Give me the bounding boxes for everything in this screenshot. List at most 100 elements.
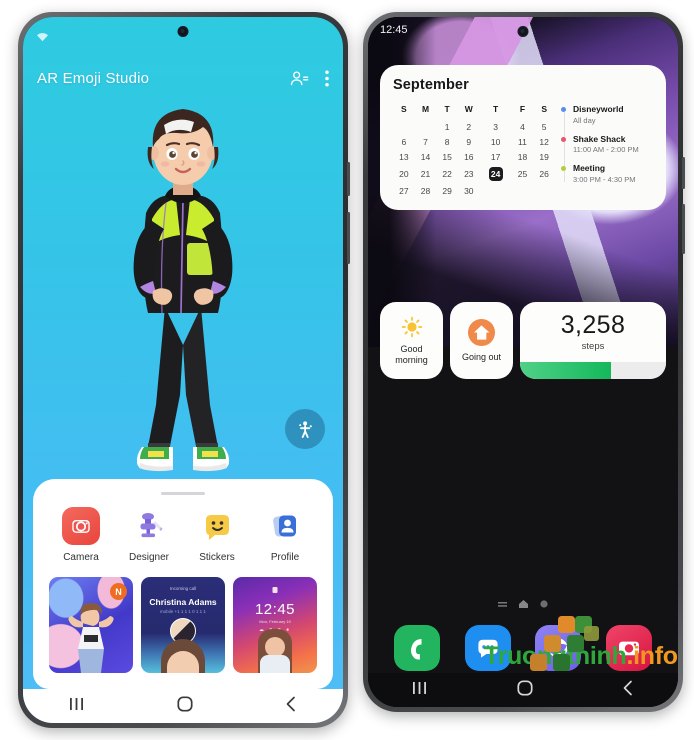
calendar-event[interactable]: Shake Shack 11:00 AM - 2:00 PM — [561, 133, 653, 155]
home-button[interactable] — [177, 695, 193, 717]
calendar-day[interactable]: 16 — [458, 149, 480, 164]
calendar-day[interactable]: 21 — [415, 164, 437, 183]
watermark-logo — [530, 616, 599, 671]
calendar-week-row: 27 28 29 30 — [393, 183, 555, 198]
calendar-day[interactable]: 20 — [393, 164, 415, 183]
phone-app-icon[interactable] — [394, 625, 441, 671]
calendar-day[interactable]: 3 — [480, 119, 512, 134]
calendar-day[interactable]: 28 — [415, 183, 437, 198]
pose-icon[interactable] — [285, 409, 325, 449]
contacts-icon[interactable] — [290, 69, 309, 88]
volume-button[interactable] — [347, 162, 350, 196]
app-shortcut-profile[interactable]: Profile — [252, 507, 318, 563]
ar-studio-bottom-sheet: Camera Designer Stickers Profile N Incom… — [33, 479, 333, 689]
event-color-dot — [561, 107, 566, 112]
overflow-menu-icon[interactable] — [325, 69, 329, 87]
calendar-weekday: F — [519, 104, 526, 114]
calendar-event[interactable]: Disneyworld All day — [561, 104, 653, 125]
steps-progress-fill — [520, 362, 611, 379]
steps-unit-label: steps — [581, 341, 605, 352]
calendar-day[interactable]: 18 — [512, 149, 534, 164]
camera-icon — [62, 507, 100, 545]
calendar-day-empty — [415, 119, 437, 134]
calendar-event[interactable]: Meeting 3:00 PM - 4:30 PM — [561, 163, 653, 184]
calendar-weekday-row: SMTWTFS — [393, 104, 555, 119]
calendar-day[interactable]: 17 — [480, 149, 512, 164]
lock-screen-thumbnail[interactable]: 12:45 Mon, February 19 ☁ ■ ■ ● — [233, 577, 317, 673]
calendar-day[interactable]: 12 — [533, 134, 555, 149]
app-shortcut-designer[interactable]: Designer — [116, 507, 182, 563]
app-shortcut-label: Stickers — [199, 552, 235, 563]
front-camera-punchhole — [517, 26, 529, 37]
calendar-day[interactable]: 4 — [512, 119, 534, 134]
sheet-drag-handle[interactable] — [161, 492, 205, 495]
caller-name: Christina Adams — [149, 597, 217, 607]
profile-icon — [266, 507, 304, 545]
calendar-day[interactable]: 9 — [458, 134, 480, 149]
calendar-day[interactable]: 1 — [436, 119, 458, 134]
back-button[interactable] — [285, 696, 297, 717]
right-navigation-bar — [368, 673, 678, 707]
calendar-day[interactable]: 8 — [436, 134, 458, 149]
app-shortcut-camera[interactable]: Camera — [48, 507, 114, 563]
page-indicator-list[interactable] — [498, 595, 507, 613]
calendar-day-empty — [533, 183, 555, 198]
calendar-day[interactable]: 26 — [533, 164, 555, 183]
calendar-day[interactable]: 15 — [436, 149, 458, 164]
caller-meta: mobile +1 1 1 1 0 1 1 1 — [160, 609, 206, 614]
calendar-day[interactable]: 27 — [393, 183, 415, 198]
calendar-day[interactable]: 6 — [393, 134, 415, 149]
left-navigation-bar — [23, 689, 343, 723]
power-button[interactable] — [347, 212, 350, 264]
calendar-grid[interactable]: SMTWTFS 1 2 3 4 5 6 7 8 9 10 11 12 13 14 15 16 17 18 19 20 2… — [393, 104, 555, 198]
calendar-day-today[interactable]: 24 — [480, 164, 512, 183]
calendar-day[interactable]: 25 — [512, 164, 534, 183]
calendar-day[interactable]: 30 — [458, 183, 480, 198]
call-sublabel: Incoming call — [169, 586, 197, 591]
left-screen: AR Emoji Studio Camera Designer Stickers… — [23, 17, 343, 723]
calendar-day[interactable]: 10 — [480, 134, 512, 149]
good-morning-widget[interactable]: Good morning — [380, 302, 443, 379]
calendar-day[interactable]: 14 — [415, 149, 437, 164]
volume-button[interactable] — [682, 157, 685, 189]
calendar-day[interactable]: 13 — [393, 149, 415, 164]
right-screen: 12:45 September SMTWTFS 1 2 3 4 5 6 7 8 9 10 11 12 1… — [368, 17, 678, 707]
event-time: 11:00 AM - 2:00 PM — [573, 145, 639, 155]
calendar-widget[interactable]: September SMTWTFS 1 2 3 4 5 6 7 8 9 10 11 12 13 14 15 1… — [380, 65, 666, 210]
calendar-day[interactable]: 5 — [533, 119, 555, 134]
event-title: Shake Shack — [573, 133, 626, 144]
calendar-day[interactable]: 7 — [415, 134, 437, 149]
home-icon — [467, 319, 496, 347]
recents-button[interactable] — [412, 681, 428, 700]
calendar-events-list: Disneyworld All day Shake Shack 11:00 AM - … — [561, 104, 653, 198]
calendar-day-empty — [393, 119, 415, 134]
calendar-month-label: September — [393, 77, 469, 93]
going-out-widget[interactable]: Going out — [450, 302, 513, 379]
page-indicator-home[interactable] — [519, 595, 528, 613]
avatar-photo-preview — [258, 629, 292, 673]
power-button[interactable] — [682, 204, 685, 254]
calendar-day[interactable]: 2 — [458, 119, 480, 134]
call-screen-thumbnail[interactable]: Incoming call Christina Adams mobile +1 … — [141, 577, 225, 673]
going-out-label: Going out — [461, 352, 502, 363]
back-button[interactable] — [622, 680, 634, 701]
steps-widget[interactable]: 3,258 steps — [520, 302, 666, 379]
page-indicator-dot[interactable] — [540, 595, 548, 613]
calendar-weekday: S — [541, 104, 547, 114]
app-shortcut-stickers[interactable]: Stickers — [184, 507, 250, 563]
ar-studio-header: AR Emoji Studio — [23, 61, 343, 95]
event-title: Disneyworld — [573, 104, 624, 114]
phone-right: 12:45 September SMTWTFS 1 2 3 4 5 6 7 8 9 10 11 12 1… — [363, 12, 685, 712]
sun-icon — [401, 316, 422, 338]
calendar-day[interactable]: 11 — [512, 134, 534, 149]
calendar-day[interactable]: 29 — [436, 183, 458, 198]
calendar-weekday: S — [400, 104, 407, 114]
lock-icon — [272, 587, 278, 593]
calendar-day[interactable]: 19 — [533, 149, 555, 164]
calendar-weekday: T — [493, 104, 499, 114]
calendar-day[interactable]: 22 — [436, 164, 458, 183]
sticker-thumbnail[interactable]: N — [49, 577, 133, 673]
calendar-day[interactable]: 23 — [458, 164, 480, 183]
recents-button[interactable] — [69, 697, 85, 716]
calendar-body: SMTWTFS 1 2 3 4 5 6 7 8 9 10 11 12 13 14 15 16 17 18 19 20 2… — [393, 104, 653, 198]
